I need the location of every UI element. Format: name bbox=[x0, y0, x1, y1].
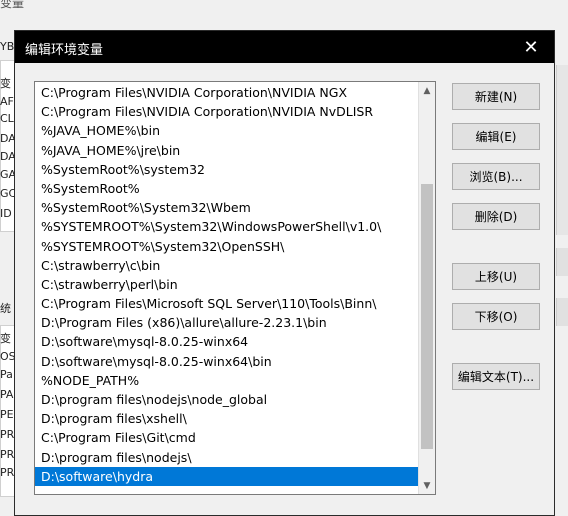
edit-env-var-dialog: 编辑环境变量 ✕ C:\Program Files\NVIDIA Corpora… bbox=[14, 30, 555, 516]
background-fragment: 统 bbox=[0, 302, 11, 315]
path-list-item[interactable]: %NODE_PATH% bbox=[35, 371, 419, 390]
dialog-titlebar: 编辑环境变量 ✕ bbox=[15, 31, 554, 63]
background-right-button bbox=[556, 248, 568, 276]
path-list-item[interactable]: D:\Program Files (x86)\allure\allure-2.2… bbox=[35, 313, 419, 332]
path-list-item[interactable]: %SYSTEMROOT%\System32\OpenSSH\ bbox=[35, 237, 419, 256]
background-title: 变量 bbox=[0, 0, 25, 10]
background-right-button bbox=[556, 298, 568, 326]
edit-button[interactable]: 编辑(E) bbox=[452, 123, 540, 150]
close-button[interactable]: ✕ bbox=[508, 31, 554, 63]
path-list-item[interactable]: %SystemRoot%\system32 bbox=[35, 160, 419, 179]
path-list-item[interactable]: C:\strawberry\perl\bin bbox=[35, 275, 419, 294]
path-list-item[interactable]: D:\software\mysql-8.0.25-winx64\bin bbox=[35, 352, 419, 371]
list-scrollbar[interactable]: ▲ ▼ bbox=[418, 82, 435, 494]
move-up-button[interactable]: 上移(U) bbox=[452, 263, 540, 290]
delete-button[interactable]: 删除(D) bbox=[452, 203, 540, 230]
background-fragment: YB bbox=[0, 40, 15, 53]
background-fragment: PE bbox=[0, 408, 14, 421]
path-list-item[interactable]: %JAVA_HOME%\jre\bin bbox=[35, 141, 419, 160]
background-fragment: 变 bbox=[0, 77, 11, 90]
path-list-item[interactable]: D:\software\hydra bbox=[35, 466, 419, 486]
path-list-item[interactable]: C:\Program Files\NVIDIA Corporation\NVID… bbox=[35, 83, 419, 102]
path-list-item[interactable]: C:\strawberry\c\bin bbox=[35, 256, 419, 275]
path-list-item[interactable]: C:\Program Files\NVIDIA Corporation\NVID… bbox=[35, 102, 419, 121]
scroll-up-icon[interactable]: ▲ bbox=[419, 82, 435, 99]
background-fragment: ID bbox=[0, 207, 12, 220]
path-list-item[interactable]: %JAVA_HOME%\bin bbox=[35, 121, 419, 140]
path-list-items: C:\Program Files\NVIDIA Corporation\NVID… bbox=[35, 83, 419, 486]
path-list-item[interactable]: %SystemRoot%\System32\Wbem bbox=[35, 198, 419, 217]
path-list-item[interactable]: D:\program files\nodejs\node_global bbox=[35, 390, 419, 409]
new-button[interactable]: 新建(N) bbox=[452, 83, 540, 110]
path-list[interactable]: C:\Program Files\NVIDIA Corporation\NVID… bbox=[34, 81, 436, 495]
browse-button[interactable]: 浏览(B)... bbox=[452, 163, 540, 190]
background-fragment: CL bbox=[0, 112, 14, 125]
scroll-down-icon[interactable]: ▼ bbox=[419, 477, 435, 494]
background-fragment: PR bbox=[0, 466, 15, 479]
dialog-title: 编辑环境变量 bbox=[25, 43, 104, 58]
background-fragment: 变 bbox=[0, 332, 11, 345]
path-list-item[interactable]: %SYSTEMROOT%\System32\WindowsPowerShell\… bbox=[35, 217, 419, 236]
background-fragment: PR bbox=[0, 448, 15, 461]
background-right-scroll bbox=[556, 65, 568, 235]
scroll-thumb[interactable] bbox=[421, 183, 433, 449]
edit-text-button[interactable]: 编辑文本(T)... bbox=[452, 363, 540, 390]
background-fragment: PR bbox=[0, 428, 15, 441]
path-list-item[interactable]: D:\program files\nodejs\ bbox=[35, 448, 419, 467]
move-down-button[interactable]: 下移(O) bbox=[452, 303, 540, 330]
path-list-item[interactable]: %SystemRoot% bbox=[35, 179, 419, 198]
path-list-item[interactable]: C:\Program Files\Microsoft SQL Server\11… bbox=[35, 294, 419, 313]
close-icon: ✕ bbox=[523, 36, 539, 58]
path-list-item[interactable]: D:\software\mysql-8.0.25-winx64 bbox=[35, 332, 419, 351]
background-fragment: Pa bbox=[0, 368, 13, 381]
path-list-item[interactable]: D:\program files\xshell\ bbox=[35, 409, 419, 428]
background-fragment: AF bbox=[0, 95, 14, 108]
path-list-item[interactable]: C:\Program Files\Git\cmd bbox=[35, 428, 419, 447]
background-fragment: PA bbox=[0, 388, 14, 401]
